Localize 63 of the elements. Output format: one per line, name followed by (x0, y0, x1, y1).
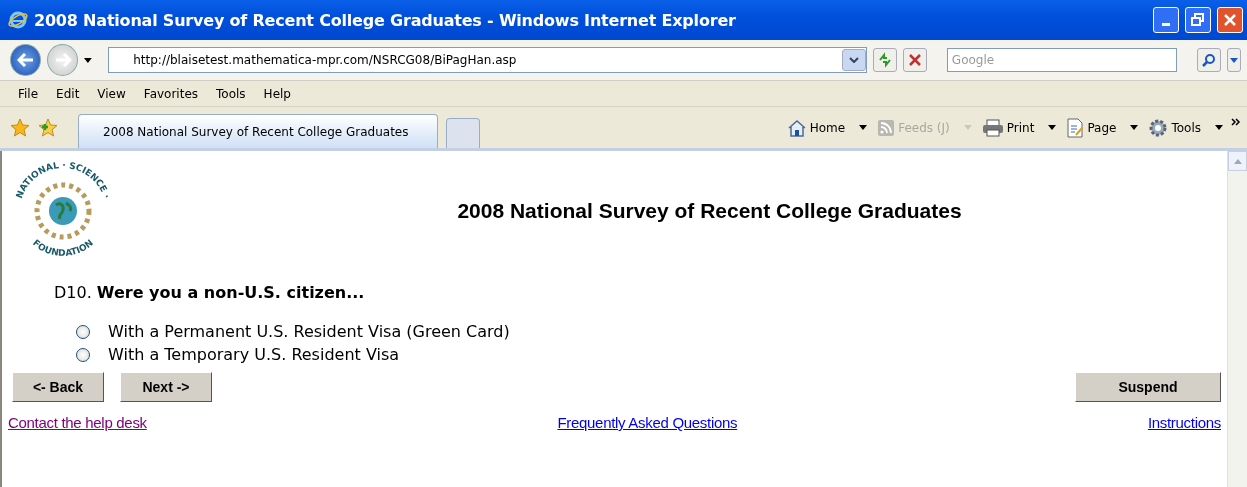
address-field[interactable]: http://blaisetest.mathematica-mpr.com/NSRCG08/BiPagHan.asp (108, 47, 867, 73)
gear-icon (1148, 117, 1169, 138)
caret-icon (859, 125, 868, 130)
arrow-right-icon (53, 53, 72, 67)
scrollbar[interactable] (1227, 151, 1247, 487)
next-button[interactable]: Next -> (120, 372, 212, 402)
refresh-icon (876, 52, 893, 68)
star-icon[interactable] (10, 117, 30, 138)
printer-icon (981, 118, 1004, 137)
search-options-button[interactable] (1227, 48, 1241, 72)
restore-button[interactable] (1185, 7, 1211, 33)
toolbar-button[interactable]: Home (784, 118, 870, 137)
refresh-button[interactable] (872, 48, 897, 72)
page-icon (1066, 117, 1085, 138)
caret-icon (1048, 125, 1057, 130)
close-button[interactable] (1217, 7, 1243, 33)
caret-icon (1130, 125, 1139, 130)
link[interactable]: Contact the help desk (8, 414, 147, 431)
caret-icon (84, 57, 93, 63)
close-icon (907, 53, 922, 67)
toolbar-button[interactable]: Tools (1146, 117, 1225, 138)
browser-logo-icon (8, 10, 28, 30)
caret-icon (1230, 57, 1238, 63)
question-text: D10. Were you a non-U.S. citizen... (54, 283, 366, 302)
caret-icon (963, 125, 972, 130)
menu-item[interactable]: View (97, 86, 126, 101)
chevron-down-icon (848, 57, 859, 63)
radio-button[interactable] (76, 324, 90, 339)
link[interactable]: Instructions (1147, 414, 1221, 431)
close-icon (1223, 13, 1237, 27)
menu-item[interactable]: Edit (56, 86, 80, 101)
dropdown-button[interactable] (841, 49, 866, 71)
menu-item[interactable]: Help (263, 86, 291, 101)
option-label: With a Temporary U.S. Resident Visa (108, 345, 400, 364)
feed-icon (877, 118, 896, 137)
toolbar-button[interactable]: Print (979, 118, 1059, 137)
caret-icon (1215, 125, 1223, 130)
restore-icon (1191, 13, 1205, 27)
arrow-up-icon (1233, 158, 1242, 164)
chevron-icon[interactable] (1231, 116, 1241, 127)
toolbar-button[interactable]: Page (1064, 117, 1141, 138)
minimize-icon (1162, 22, 1170, 26)
forward-button[interactable] (47, 44, 79, 76)
back-button[interactable] (10, 44, 42, 76)
back-button[interactable]: <- Back (12, 372, 104, 402)
menu-item[interactable]: Tools (216, 86, 246, 101)
search-button[interactable] (1197, 48, 1221, 72)
menu-item[interactable]: Favorites (143, 86, 199, 101)
page-heading: 2008 National Survey of Recent College Graduates (456, 199, 963, 223)
add-favorite-icon[interactable] (38, 117, 58, 138)
house-icon (786, 118, 807, 137)
link[interactable]: Frequently Asked Questions (557, 414, 738, 431)
browser-tab[interactable]: 2008 National Survey of Recent College Graduates (78, 114, 438, 148)
search-field[interactable]: Google (946, 48, 1177, 72)
option-label: With a Permanent U.S. Resident Visa (Green Card) (108, 322, 510, 341)
minimize-button[interactable] (1153, 7, 1179, 33)
arrow-left-icon (16, 53, 35, 67)
suspend-button[interactable]: Suspend (1075, 372, 1221, 402)
menu-item[interactable]: File (18, 86, 39, 101)
search-icon (1202, 53, 1216, 67)
stop-button[interactable] (902, 48, 927, 72)
window-title: 2008 National Survey of Recent College Graduates - Windows Internet Explorer (34, 10, 737, 30)
radio-button[interactable] (76, 347, 90, 362)
